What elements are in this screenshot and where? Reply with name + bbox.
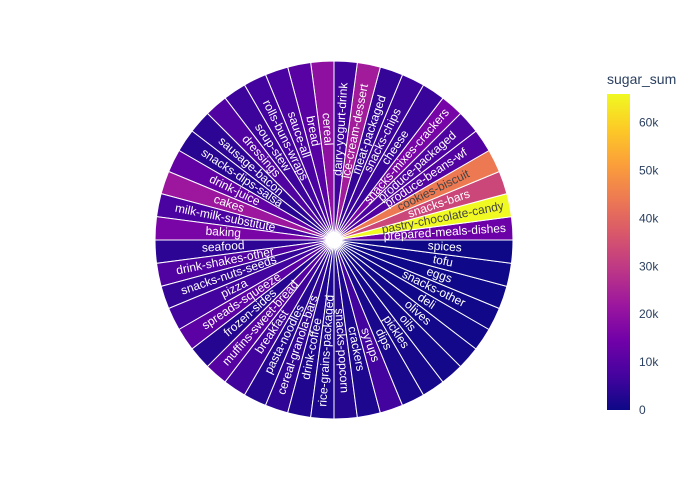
pie-slice-label: spices bbox=[427, 238, 462, 254]
colorbar-tick-label: 60k bbox=[639, 116, 659, 130]
colorbar-tick-label: 10k bbox=[639, 355, 659, 369]
colorbar-tick-label: 50k bbox=[639, 164, 659, 178]
colorbar-tick-label: 20k bbox=[639, 307, 659, 321]
colorbar-title: sugar_sum bbox=[607, 71, 676, 87]
colorbar-tick-label: 0 bbox=[639, 403, 646, 417]
colorbar-ticks: 0 10k 20k 30k 40k 50k 60k bbox=[639, 116, 659, 417]
pie-chart: prepared-meals-dishespastry-chocolate-ca… bbox=[154, 60, 676, 420]
colorbar: sugar_sum 0 10k 20k 30k 40k 50k 60k bbox=[607, 71, 676, 417]
colorbar-gradient bbox=[607, 94, 630, 410]
colorbar-tick-label: 40k bbox=[639, 212, 659, 226]
colorbar-tick-label: 30k bbox=[639, 259, 659, 273]
